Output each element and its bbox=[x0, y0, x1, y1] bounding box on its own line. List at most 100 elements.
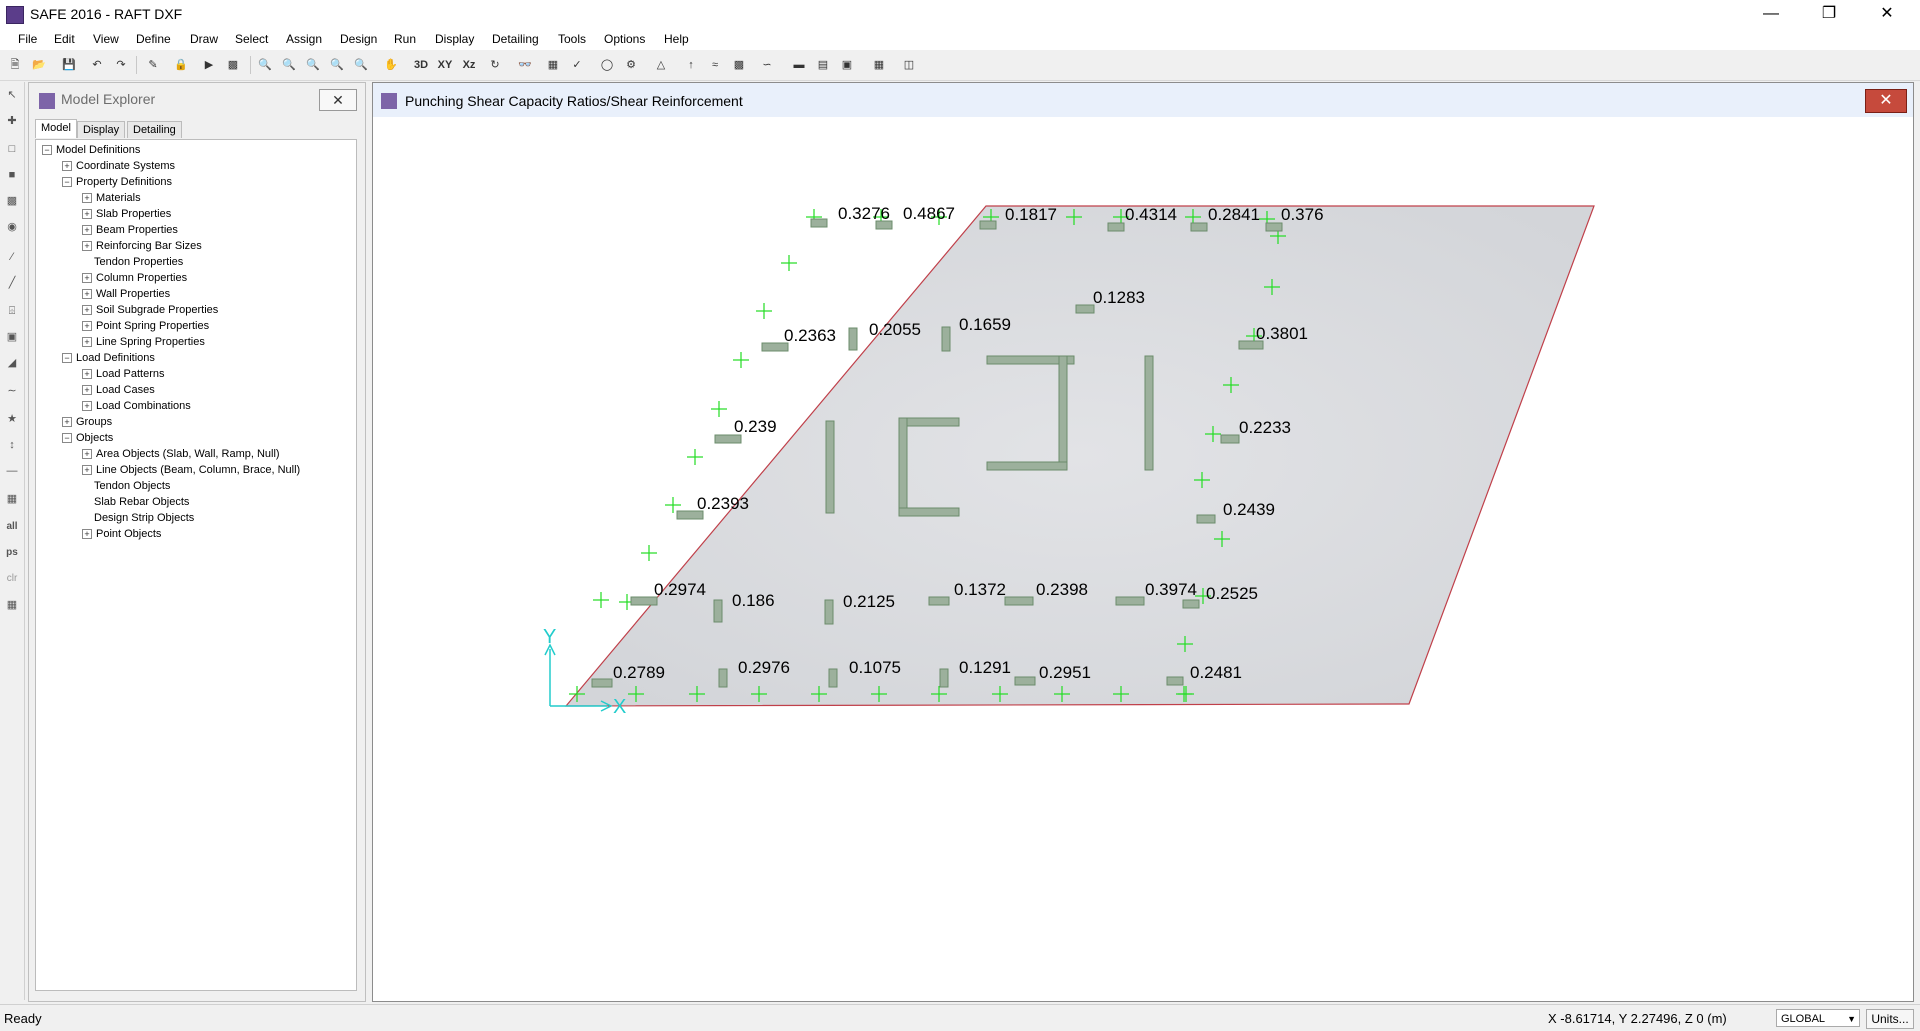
pan-icon[interactable]: ✋ bbox=[382, 56, 400, 74]
draw-wall-icon[interactable]: ▣ bbox=[3, 328, 21, 346]
zoom-extents-icon[interactable]: 🔍 bbox=[280, 56, 298, 74]
draw-line-icon[interactable]: ⁄ bbox=[3, 248, 21, 266]
tree-node[interactable]: + Beam Properties bbox=[82, 224, 178, 237]
clear-selection-button[interactable]: clr bbox=[3, 570, 21, 588]
save-icon[interactable]: 💾 bbox=[60, 56, 78, 74]
tree-node[interactable]: + Reinforcing Bar Sizes bbox=[82, 240, 202, 253]
expand-icon[interactable]: + bbox=[82, 369, 92, 380]
draw-poly-icon[interactable]: ▩ bbox=[3, 192, 21, 210]
tab-display[interactable]: Display bbox=[77, 121, 126, 138]
expand-icon[interactable]: + bbox=[82, 465, 92, 476]
rotate-icon[interactable]: ↻ bbox=[486, 56, 504, 74]
tree-node[interactable]: − Property Definitions bbox=[62, 176, 172, 189]
reshape-icon[interactable]: ✚ bbox=[3, 112, 21, 130]
tree-node[interactable]: + Line Spring Properties bbox=[82, 336, 205, 349]
collapse-icon[interactable]: − bbox=[42, 145, 52, 156]
tree-node[interactable]: − Load Definitions bbox=[62, 352, 155, 365]
restore-icon[interactable]: ❐ bbox=[1806, 0, 1852, 28]
expand-icon[interactable]: + bbox=[82, 385, 92, 396]
zoom-in-icon[interactable]: 🔍 bbox=[328, 56, 346, 74]
tab-detailing[interactable]: Detailing bbox=[127, 121, 182, 138]
dimension-icon[interactable]: ↕ bbox=[3, 436, 21, 454]
minimize-icon[interactable]: — bbox=[1748, 0, 1794, 28]
edit-pencil-icon[interactable]: ✎ bbox=[144, 56, 162, 74]
menu-file[interactable]: File bbox=[18, 32, 37, 46]
tree-node[interactable]: + Point Objects bbox=[82, 528, 161, 541]
tree-node[interactable]: + Load Patterns bbox=[82, 368, 165, 381]
tree-node[interactable]: + Coordinate Systems bbox=[62, 160, 175, 173]
menu-detailing[interactable]: Detailing bbox=[492, 32, 539, 46]
run-icon[interactable]: ▶ bbox=[200, 56, 218, 74]
menu-design[interactable]: Design bbox=[340, 32, 377, 46]
zoom-previous-icon[interactable]: 🔍 bbox=[304, 56, 322, 74]
menu-view[interactable]: View bbox=[93, 32, 119, 46]
expand-icon[interactable]: + bbox=[82, 449, 92, 460]
triangle-icon[interactable]: △ bbox=[652, 56, 670, 74]
check-icon[interactable]: ✓ bbox=[568, 56, 586, 74]
intersect-select-icon[interactable]: ▦ bbox=[3, 596, 21, 614]
menu-options[interactable]: Options bbox=[604, 32, 645, 46]
expand-icon[interactable]: + bbox=[82, 273, 92, 284]
view-3d-button[interactable]: 3D bbox=[412, 56, 430, 74]
tree-node[interactable]: + Groups bbox=[62, 416, 112, 429]
new-icon[interactable]: 🗎 bbox=[6, 56, 24, 74]
draw-beam-icon[interactable]: ╱ bbox=[3, 274, 21, 292]
expand-icon[interactable]: + bbox=[82, 209, 92, 220]
expand-icon[interactable]: + bbox=[82, 241, 92, 252]
tree-node[interactable]: + Load Cases bbox=[82, 384, 155, 397]
glasses-icon[interactable]: 👓 bbox=[516, 56, 534, 74]
zoom-out-icon[interactable]: 🔍 bbox=[352, 56, 370, 74]
tree-node[interactable]: + Wall Properties bbox=[82, 288, 170, 301]
beam-icon[interactable]: ▬ bbox=[790, 56, 808, 74]
tree-node[interactable]: + Soil Subgrade Properties bbox=[82, 304, 218, 317]
menu-select[interactable]: Select bbox=[235, 32, 268, 46]
tree-node[interactable]: + Column Properties bbox=[82, 272, 187, 285]
close-icon[interactable]: ✕ bbox=[1864, 0, 1910, 28]
draw-support-icon[interactable]: ★ bbox=[3, 410, 21, 428]
forces-icon[interactable]: ≈ bbox=[706, 56, 724, 74]
redo-icon[interactable]: ↷ bbox=[112, 56, 130, 74]
expand-icon[interactable]: + bbox=[82, 529, 92, 540]
select-region-icon[interactable]: ▣ bbox=[838, 56, 856, 74]
collapse-icon[interactable]: − bbox=[62, 177, 72, 188]
draw-strip-icon[interactable]: ∼ bbox=[3, 382, 21, 400]
pointer-icon[interactable]: ↖ bbox=[3, 86, 21, 104]
menu-draw[interactable]: Draw bbox=[190, 32, 218, 46]
line-icon[interactable]: — bbox=[3, 462, 21, 480]
tree-node[interactable]: − Model Definitions bbox=[42, 144, 140, 157]
tree-node[interactable]: Design Strip Objects bbox=[82, 512, 194, 525]
menu-tools[interactable]: Tools bbox=[558, 32, 586, 46]
tree-node[interactable]: − Objects bbox=[62, 432, 113, 445]
contours-icon[interactable]: ▩ bbox=[730, 56, 748, 74]
tree-node[interactable]: + Slab Properties bbox=[82, 208, 171, 221]
menu-display[interactable]: Display bbox=[435, 32, 474, 46]
table-icon[interactable]: ▤ bbox=[814, 56, 832, 74]
tree-node[interactable]: Slab Rebar Objects bbox=[82, 496, 189, 509]
draw-rect-icon[interactable]: ■ bbox=[3, 166, 21, 184]
view-xz-button[interactable]: Xz bbox=[460, 56, 478, 74]
draw-area-icon[interactable]: □ bbox=[3, 140, 21, 158]
expand-icon[interactable]: + bbox=[62, 161, 72, 172]
tree-node[interactable]: + Point Spring Properties bbox=[82, 320, 209, 333]
select-all-button[interactable]: all bbox=[3, 518, 21, 536]
undo-icon[interactable]: ↶ bbox=[88, 56, 106, 74]
explorer-close-button[interactable]: ✕ bbox=[319, 89, 357, 111]
reactions-icon[interactable]: ↑ bbox=[682, 56, 700, 74]
expand-icon[interactable]: + bbox=[82, 401, 92, 412]
open-icon[interactable]: 📂 bbox=[30, 56, 48, 74]
collapse-icon[interactable]: − bbox=[62, 353, 72, 364]
menu-assign[interactable]: Assign bbox=[286, 32, 322, 46]
expand-icon[interactable]: + bbox=[82, 321, 92, 332]
strip-forces-icon[interactable]: ∽ bbox=[758, 56, 776, 74]
tree-node[interactable]: + Line Objects (Beam, Column, Brace, Null… bbox=[82, 464, 300, 477]
expand-icon[interactable]: + bbox=[82, 193, 92, 204]
model-canvas[interactable]: 0.3276 0.4867 0.1817 0.4314 0.2841 0.376 0.128… bbox=[379, 119, 1905, 995]
expand-icon[interactable]: + bbox=[62, 417, 72, 428]
tree-node[interactable]: + Materials bbox=[82, 192, 141, 205]
tree-node[interactable]: + Load Combinations bbox=[82, 400, 191, 413]
collapse-icon[interactable]: − bbox=[62, 433, 72, 444]
menu-run[interactable]: Run bbox=[394, 32, 416, 46]
tree-node[interactable]: + Area Objects (Slab, Wall, Ramp, Null) bbox=[82, 448, 280, 461]
expand-icon[interactable]: + bbox=[82, 305, 92, 316]
draw-column-icon[interactable]: ⌹ bbox=[3, 302, 21, 320]
